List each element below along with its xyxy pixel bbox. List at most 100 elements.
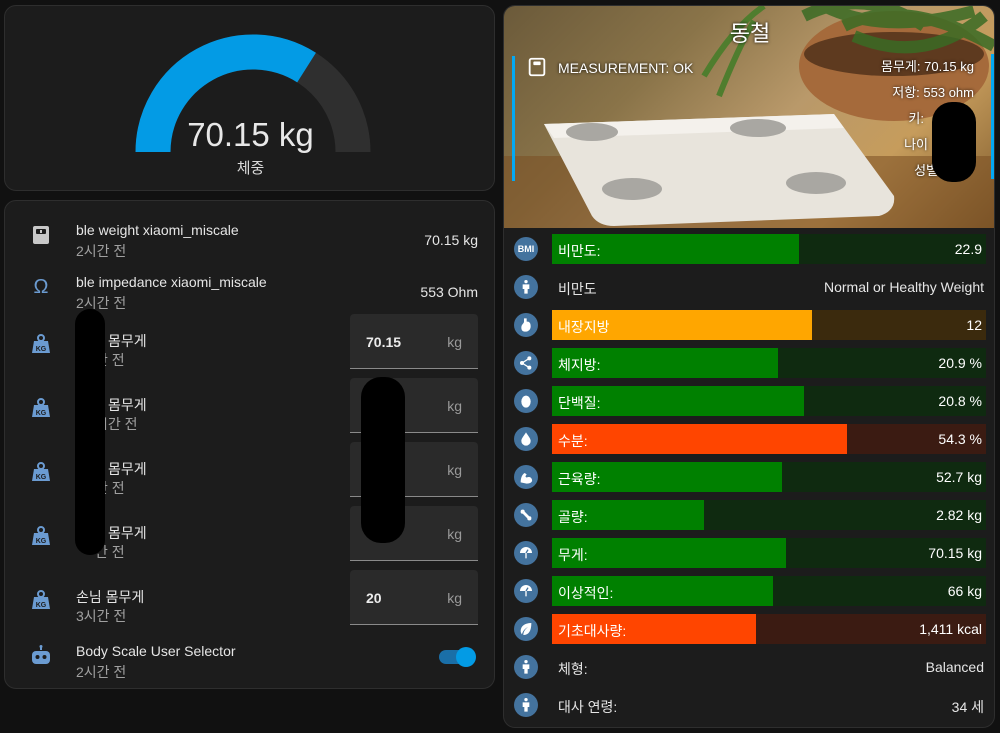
redaction-mark xyxy=(932,102,976,182)
metric-row[interactable]: 이상적인: 66 kg xyxy=(504,572,994,610)
input-unit: kg xyxy=(447,398,462,414)
metric-row[interactable]: 대사 연령: 34 세 xyxy=(504,686,994,724)
metric-label: 체형: xyxy=(558,661,588,677)
metric-label: 무게: xyxy=(558,547,588,563)
bar-fill xyxy=(552,424,847,454)
guest-weight-input[interactable]: 20 kg xyxy=(350,570,478,625)
metric-value: 20.8 % xyxy=(938,393,982,409)
weight-kg-icon: KG xyxy=(29,332,53,356)
input-unit: kg xyxy=(447,334,462,350)
entity-state: 553 Ohm xyxy=(420,284,478,300)
metric-value: 54.3 % xyxy=(938,431,982,447)
metric-label: 대사 연령: xyxy=(558,699,618,715)
water-icon xyxy=(514,427,538,451)
robot-icon xyxy=(29,644,53,668)
input-unit: kg xyxy=(447,590,462,606)
metric-row[interactable]: 체형: Balanced xyxy=(504,648,994,686)
entity-name: 몸무게 xyxy=(108,397,147,413)
weight-gauge-card[interactable]: 70.15 kg 체중 xyxy=(4,5,495,191)
gauge-label: 체중 xyxy=(236,160,265,177)
entity-state: 70.15 kg xyxy=(424,232,478,248)
metric-bar: 단백질: 20.8 % xyxy=(552,386,986,416)
entity-name: 손님 몸무게 xyxy=(76,589,145,605)
metric-bar: 수분: 54.3 % xyxy=(552,424,986,454)
metric-label: 근육량: xyxy=(558,471,601,487)
bmi-icon: BMI xyxy=(514,237,538,261)
metric-row[interactable]: BMI 비만도: 22.9 xyxy=(504,230,994,268)
scale-icon xyxy=(514,541,538,565)
entity-name: 몸무게 xyxy=(108,333,147,349)
molecule-icon xyxy=(514,351,538,375)
metric-value: 2.82 kg xyxy=(936,507,982,523)
weight-kg-icon: KG xyxy=(29,524,53,548)
metric-bar: 골량: 2.82 kg xyxy=(552,500,986,530)
human-icon xyxy=(514,693,538,717)
accent-line-right xyxy=(991,54,994,179)
egg-icon xyxy=(514,389,538,413)
metric-row[interactable]: 무게: 70.15 kg xyxy=(504,534,994,572)
entity-last-changed: 2시간 전 xyxy=(76,664,127,680)
svg-text:KG: KG xyxy=(36,602,47,609)
entity-name: 몸무게 xyxy=(108,525,147,541)
metric-row[interactable]: 기초대사량: 1,411 kcal xyxy=(504,610,994,648)
omega-icon: Ω xyxy=(33,276,49,298)
entities-card: ble weight xiaomi_miscale 2시간 전 70.15 kg… xyxy=(4,200,495,689)
measurement-status: MEASUREMENT: OK xyxy=(558,60,694,76)
attr-impedance: 저항: 553 ohm xyxy=(892,85,974,100)
metric-label: 이상적인: xyxy=(558,585,614,601)
entity-name: ble impedance xiaomi_miscale xyxy=(76,274,267,290)
attr-weight: 몸무게: 70.15 kg xyxy=(881,59,974,74)
bone-icon xyxy=(514,503,538,527)
metric-label: 체지방: xyxy=(558,357,601,373)
weight-input-1[interactable]: 70.15 kg xyxy=(350,314,478,369)
metric-value: 1,411 kcal xyxy=(919,621,982,637)
metric-value: Balanced xyxy=(925,659,984,675)
metric-label: 비만도: xyxy=(558,243,601,259)
entity-name: Body Scale User Selector xyxy=(76,643,236,659)
metric-bar: 내장지방 12 xyxy=(552,310,986,340)
metric-bar: 기초대사량: 1,411 kcal xyxy=(552,614,986,644)
user-selector-toggle[interactable] xyxy=(439,647,476,667)
metric-label: 비만도 xyxy=(558,281,597,297)
scale-picture-header[interactable]: 동철 MEASUREMENT: OK 몸무게: 70.15 kg 저항: 553… xyxy=(504,6,994,228)
metric-label: 골량: xyxy=(558,509,588,525)
toggle-thumb xyxy=(456,647,476,667)
leaf-icon xyxy=(514,617,538,641)
svg-text:KG: KG xyxy=(36,538,47,545)
human-icon xyxy=(514,275,538,299)
metric-row[interactable]: 체지방: 20.9 % xyxy=(504,344,994,382)
body-composition-card: 동철 MEASUREMENT: OK 몸무게: 70.15 kg 저항: 553… xyxy=(503,5,995,728)
metric-row[interactable]: 내장지방 12 xyxy=(504,306,994,344)
metric-value: 12 xyxy=(966,317,982,333)
metric-bar: 체지방: 20.9 % xyxy=(552,348,986,378)
svg-text:KG: KG xyxy=(36,410,47,417)
entity-row-user-selector[interactable]: Body Scale User Selector 2시간 전 xyxy=(5,626,494,686)
entity-row-ble-impedance[interactable]: Ω ble impedance xiaomi_miscale 2시간 전 553… xyxy=(5,257,494,317)
metric-row[interactable]: 골량: 2.82 kg xyxy=(504,496,994,534)
weight-kg-icon: KG xyxy=(29,396,53,420)
metric-row[interactable]: 근육량: 52.7 kg xyxy=(504,458,994,496)
metric-value: 20.9 % xyxy=(938,355,982,371)
gauge-value: 70.15 kg xyxy=(187,116,314,153)
svg-text:KG: KG xyxy=(36,474,47,481)
metric-label: 단백질: xyxy=(558,395,601,411)
input-value[interactable]: 20 xyxy=(366,590,382,606)
accent-line-left xyxy=(512,56,515,181)
input-value[interactable]: 70.15 xyxy=(366,334,401,350)
entity-row-ble-weight[interactable]: ble weight xiaomi_miscale 2시간 전 70.15 kg xyxy=(5,205,494,265)
metric-bar: 무게: 70.15 kg xyxy=(552,538,986,568)
scale-bathroom-icon xyxy=(29,223,53,247)
metric-row[interactable]: 단백질: 20.8 % xyxy=(504,382,994,420)
metric-value: 66 kg xyxy=(947,583,982,599)
attr-age: 나이 xyxy=(904,137,928,152)
metric-value: 52.7 kg xyxy=(936,469,982,485)
metric-row[interactable]: 비만도 Normal or Healthy Weight xyxy=(504,268,994,306)
arm-flex-icon xyxy=(514,465,538,489)
metric-row[interactable]: 수분: 54.3 % xyxy=(504,420,994,458)
metric-bar: 비만도: 22.9 xyxy=(552,234,986,264)
metric-value: 70.15 kg xyxy=(928,545,982,561)
attr-height: 키: xyxy=(908,111,924,126)
metric-label: 기초대사량: xyxy=(558,623,627,639)
scale-icon xyxy=(514,579,538,603)
svg-text:KG: KG xyxy=(36,346,47,353)
